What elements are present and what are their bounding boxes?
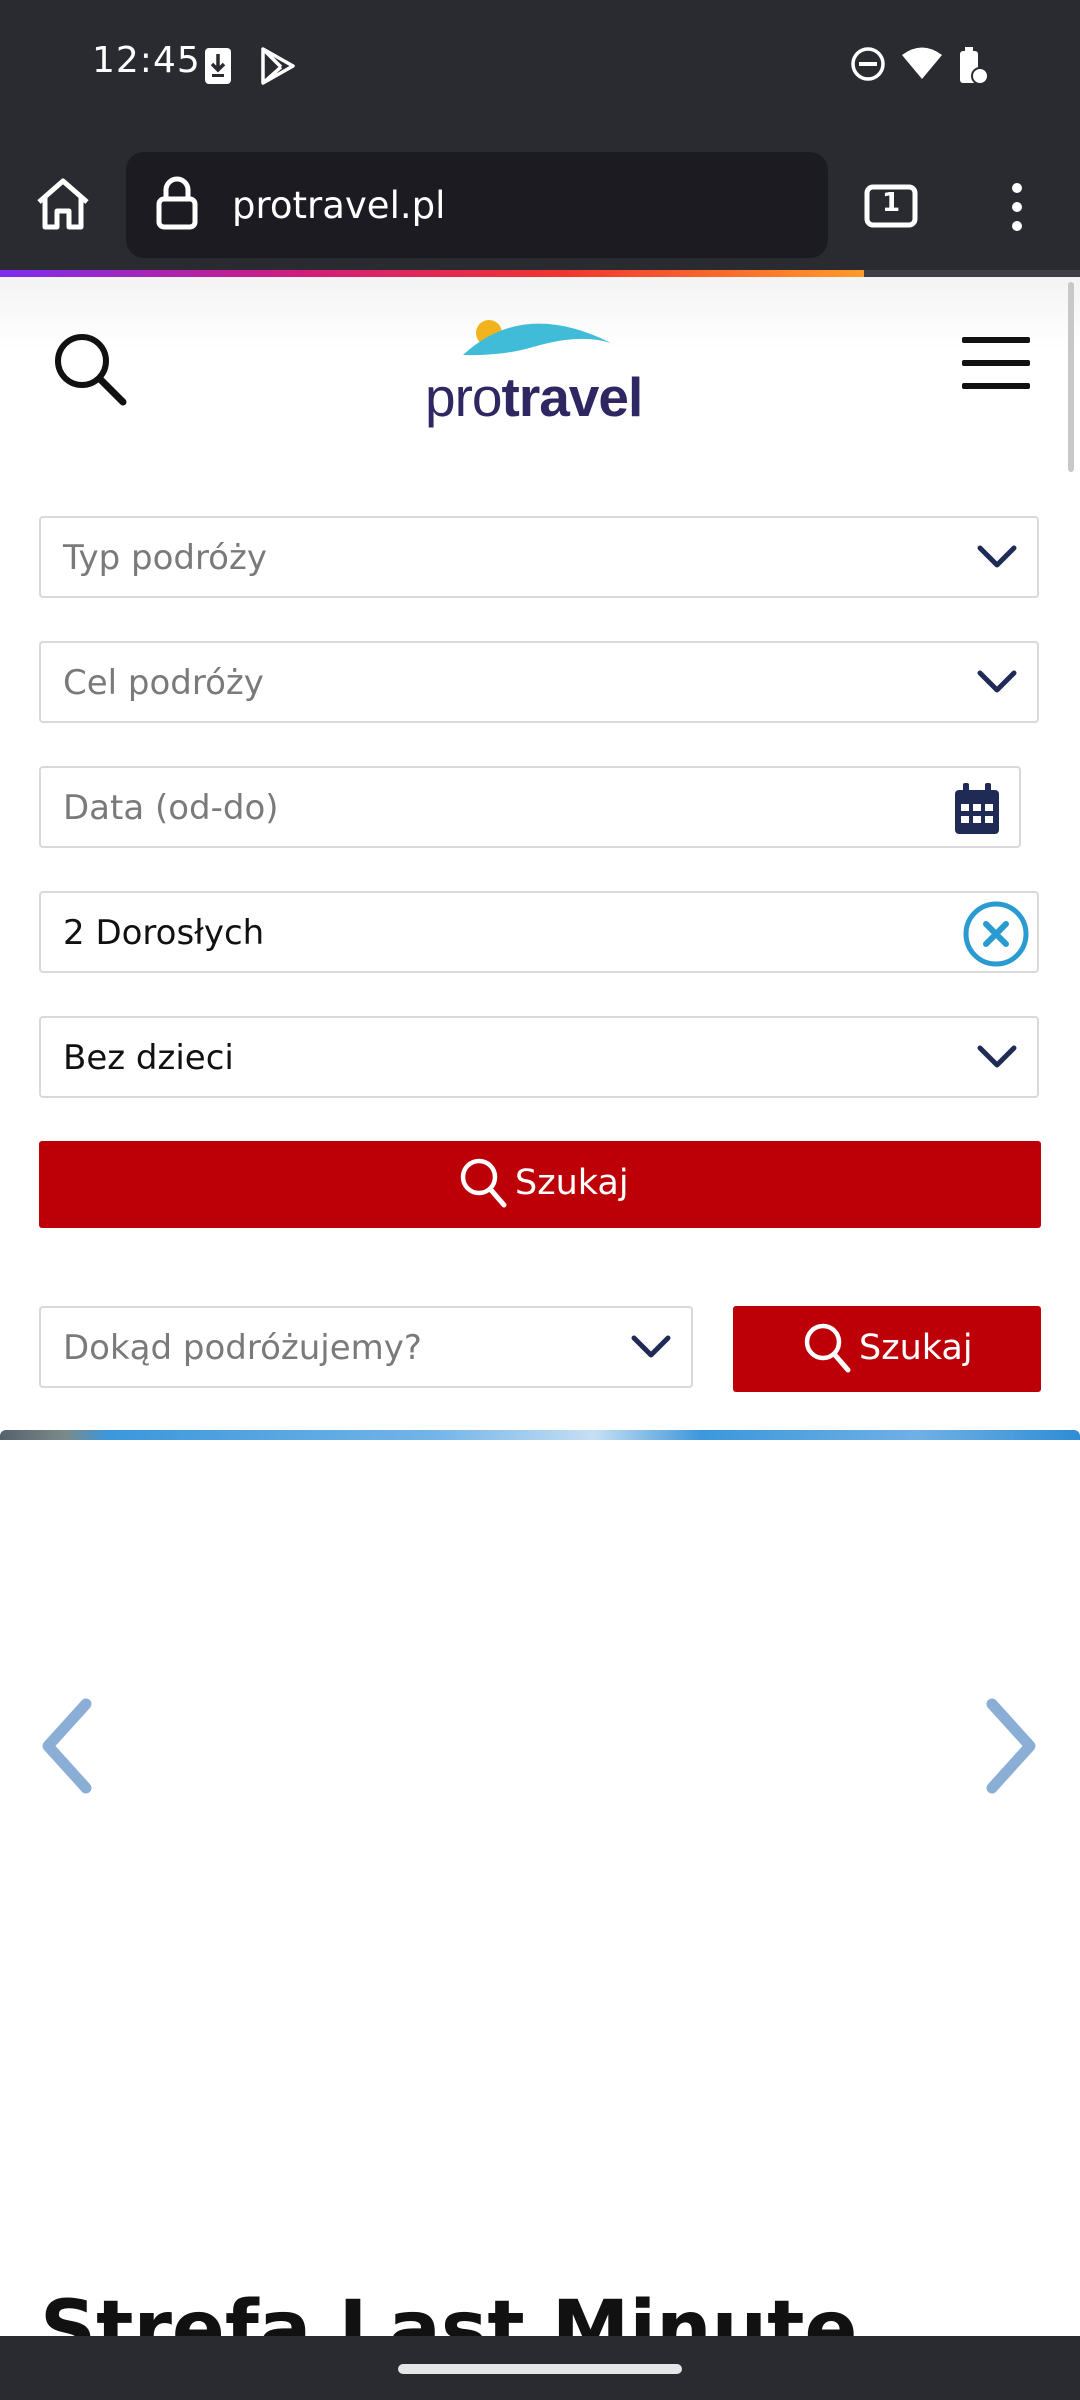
carousel-prev-arrow-icon[interactable] <box>38 1698 94 1798</box>
search-icon[interactable] <box>50 329 128 411</box>
hamburger-menu-icon[interactable] <box>962 335 1030 395</box>
chevron-down-icon <box>631 1335 671 1365</box>
page-load-progress <box>0 270 1080 277</box>
battery-icon <box>956 46 990 90</box>
wifi-icon <box>902 46 942 84</box>
trip-type-select[interactable]: Typ podróży <box>39 516 1039 598</box>
search-button-label: Szukaj <box>515 1163 629 1203</box>
url-bar[interactable]: protravel.pl <box>126 152 828 258</box>
date-range-field[interactable]: Data (od-do) <box>39 766 1021 848</box>
chevron-down-icon <box>977 1045 1017 1075</box>
chevron-down-icon <box>977 545 1017 575</box>
logo-text: protravel <box>425 365 644 429</box>
status-time: 12:45 <box>92 40 201 81</box>
chevron-down-icon <box>977 670 1017 700</box>
site-header: protravel <box>0 277 1080 457</box>
children-value: Bez dzieci <box>63 1038 234 1078</box>
home-indicator[interactable] <box>398 2364 682 2374</box>
home-icon[interactable] <box>34 176 92 236</box>
adults-value: 2 Dorosłych <box>63 913 265 953</box>
trip-type-placeholder: Typ podróży <box>63 538 267 578</box>
status-bar: 12:45 <box>0 0 1080 140</box>
quick-destination-placeholder: Dokąd podróżujemy? <box>63 1328 422 1368</box>
page-scrollbar[interactable] <box>1068 282 1074 472</box>
carousel <box>0 1440 1080 2310</box>
carousel-next-arrow-icon[interactable] <box>984 1698 1040 1798</box>
progress-fill <box>0 270 864 277</box>
quick-destination-select[interactable]: Dokąd podróżujemy? <box>39 1306 693 1388</box>
search-icon <box>803 1322 851 1378</box>
tabs-button[interactable]: 1 <box>864 184 918 232</box>
play-store-icon <box>259 46 297 90</box>
clear-icon[interactable] <box>963 901 1029 971</box>
destination-select[interactable]: Cel podróży <box>39 641 1039 723</box>
search-icon <box>459 1157 507 1213</box>
tab-count: 1 <box>881 188 901 218</box>
logo[interactable]: protravel <box>425 303 655 429</box>
lock-icon[interactable] <box>155 175 199 235</box>
url-text[interactable]: protravel.pl <box>232 184 445 227</box>
destination-placeholder: Cel podróży <box>63 663 264 703</box>
search-button[interactable]: Szukaj <box>39 1141 1041 1228</box>
adults-field[interactable]: 2 Dorosłych <box>39 891 1039 973</box>
quick-search-label: Szukaj <box>859 1328 973 1368</box>
calendar-icon[interactable] <box>953 782 1001 840</box>
download-icon <box>203 46 233 90</box>
quick-search-button[interactable]: Szukaj <box>733 1306 1041 1392</box>
overflow-menu-icon[interactable] <box>1010 182 1024 236</box>
logo-travel: travel <box>501 366 644 428</box>
logo-wave-icon <box>463 320 611 356</box>
dnd-icon <box>850 46 886 86</box>
browser-toolbar: protravel.pl 1 <box>0 140 1080 272</box>
date-placeholder: Data (od-do) <box>63 788 279 828</box>
logo-pro: pro <box>425 366 502 428</box>
children-select[interactable]: Bez dzieci <box>39 1016 1039 1098</box>
